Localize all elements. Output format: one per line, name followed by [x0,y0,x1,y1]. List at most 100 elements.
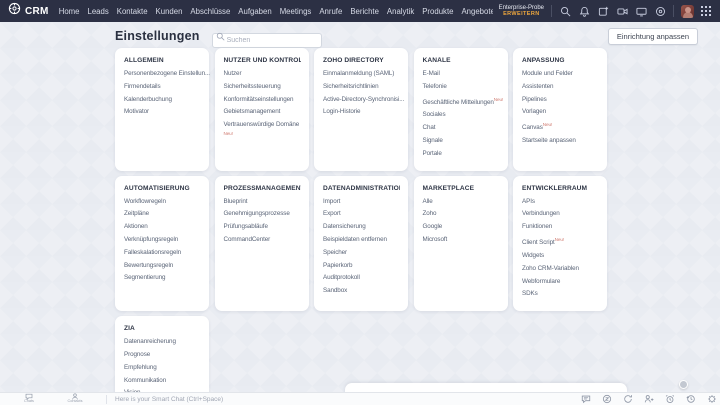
nav-item[interactable]: Abschlüsse [190,7,230,16]
upgrade-link[interactable]: ERWEITERN [499,11,544,17]
settings-link[interactable]: Alle [423,198,500,206]
settings-link[interactable]: Assistenten [522,83,599,91]
nav-item[interactable]: Angebote [461,7,492,16]
settings-link[interactable]: Prüfungsabläufe [224,223,301,231]
avatar[interactable] [681,5,694,18]
nav-item[interactable]: Produkte [422,7,453,16]
settings-link[interactable]: Blueprint [224,198,301,206]
zia-drag-handle[interactable] [679,380,688,389]
zia-icon[interactable] [601,394,612,405]
search-icon[interactable] [559,5,571,17]
settings-link[interactable]: Verknüpfungsregeln [124,236,201,244]
settings-link[interactable]: Bewertungsregeln [124,262,201,270]
settings-link[interactable]: Export [323,210,400,218]
settings-link[interactable]: Vorlagen [522,108,599,116]
refresh-icon[interactable] [622,394,633,405]
settings-link[interactable]: Widgets [522,252,599,260]
nav-item[interactable]: Home [59,7,80,16]
settings-link-label: Assistenten [522,83,553,90]
settings-icon[interactable] [654,5,666,17]
settings-link[interactable]: Workflowregeln [124,198,201,206]
settings-link[interactable]: Geschäftliche MitteilungenNeu! [423,96,500,107]
screen-share-icon[interactable] [635,5,647,17]
settings-link[interactable]: Firmendetails [124,83,201,91]
settings-link[interactable]: E-Mail [423,70,500,78]
settings-link[interactable]: SDKs [522,290,599,298]
settings-link[interactable]: Genehmigungsprozesse [224,210,301,218]
settings-link[interactable]: Papierkorb [323,262,400,270]
settings-link[interactable]: Konformitätseinstellungen [224,96,301,104]
settings-link[interactable]: Motivator [124,108,201,116]
settings-link[interactable]: CommandCenter [224,236,301,244]
zoho-crm-logo[interactable]: CRM [8,2,49,20]
settings-link[interactable]: Startseite anpassen [522,137,599,145]
settings-link[interactable]: Empfehlung [124,364,201,372]
history-icon[interactable] [685,394,696,405]
settings-link[interactable]: Prognose [124,351,201,359]
settings-link[interactable]: Signale [423,137,500,145]
notifications-icon[interactable] [578,5,590,17]
chats-tab[interactable]: Chats [6,393,52,404]
settings-link[interactable]: Zoho CRM-Variablen [522,265,599,273]
settings-link[interactable]: Vertrauenswürdige DomäneNeu! [224,121,301,138]
settings-link[interactable]: Datensicherung [323,223,400,231]
settings-link[interactable]: Verbindungen [522,210,599,218]
reminder-icon[interactable] [664,394,675,405]
invite-user-icon[interactable] [643,394,654,405]
settings-link[interactable]: Gebietsmanagement [224,108,301,116]
chat-settings-icon[interactable] [706,394,717,405]
nav-item[interactable]: Analytik [387,7,414,16]
settings-link[interactable]: Nutzer [224,70,301,78]
settings-link[interactable]: Client ScriptNeu! [522,236,599,247]
settings-link[interactable]: Falleskalationsregeln [124,249,201,257]
settings-link[interactable]: Aktionen [124,223,201,231]
settings-link[interactable]: Funktionen [522,223,599,231]
settings-link[interactable]: Personenbezogene Einstellun... [124,70,201,78]
plan-badge[interactable]: Enterprise-Probe ERWEITERN [499,5,544,18]
nav-item[interactable]: Leads [88,7,109,16]
settings-link[interactable]: Google [423,223,500,231]
customize-setup-button[interactable]: Einrichtung anpassen [608,28,698,45]
nav-item[interactable]: Berichte [350,7,379,16]
settings-link[interactable]: Sociales [423,111,500,119]
settings-link[interactable]: Import [323,198,400,206]
settings-link[interactable]: Portale [423,150,500,158]
settings-link[interactable]: Zoho [423,210,500,218]
settings-link[interactable]: Pipelines [522,96,599,104]
nav-item[interactable]: Meetings [280,7,312,16]
feedback-icon[interactable] [580,394,591,405]
settings-link[interactable]: Microsoft [423,236,500,244]
settings-link[interactable]: Kalenderbuchung [124,96,201,104]
settings-link[interactable]: Zeitpläne [124,210,201,218]
nav-item[interactable]: Kunden [156,7,183,16]
settings-link[interactable]: Sicherheitssteuerung [224,83,301,91]
settings-link[interactable]: APIs [522,198,599,206]
settings-link[interactable]: CanvasNeu! [522,121,599,132]
settings-link[interactable]: Module und Felder [522,70,599,78]
settings-link[interactable]: Chat [423,124,500,132]
settings-link-label: Bewertungsregeln [124,262,173,269]
settings-link[interactable]: Speicher [323,249,400,257]
contacts-tab[interactable]: Contacts [52,393,98,404]
video-meeting-icon[interactable] [616,5,628,17]
settings-link[interactable]: Kommunikation [124,377,201,385]
settings-link[interactable]: Telefonie [423,83,500,91]
settings-link[interactable]: Einmalanmeldung (SAML) [323,70,400,78]
settings-link[interactable]: Login-Historie [323,108,400,116]
settings-link[interactable]: Sandbox [323,287,400,295]
settings-link[interactable]: Beispieldaten entfernen [323,236,400,244]
search-input[interactable] [212,33,322,48]
apps-grid-icon[interactable] [701,6,712,17]
nav-item[interactable]: Anrufe [319,7,342,16]
zoho-logo-icon [8,2,21,20]
settings-link[interactable]: Sicherheitsrichtlinien [323,83,400,91]
settings-link[interactable]: Webformulare [522,278,599,286]
settings-link[interactable]: Datenanreicherung [124,338,201,346]
compose-icon[interactable] [597,5,609,17]
nav-item[interactable]: Kontakte [117,7,148,16]
settings-link-label: APIs [522,198,535,205]
settings-link[interactable]: Auditprotokoll [323,274,400,282]
settings-link[interactable]: Active-Directory-Synchronisi... [323,96,400,104]
nav-item[interactable]: Aufgaben [238,7,271,16]
settings-link[interactable]: Segmentierung [124,274,201,282]
